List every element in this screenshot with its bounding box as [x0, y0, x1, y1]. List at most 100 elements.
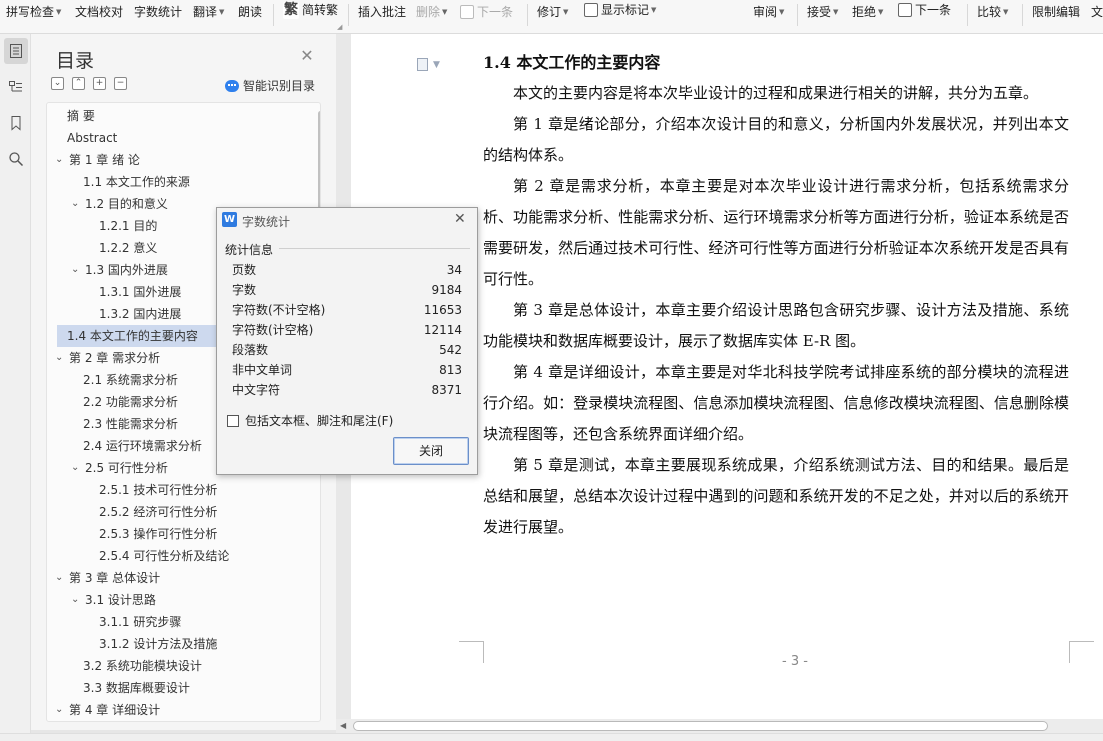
stat-value: 8371 [431, 383, 462, 397]
side-icon-rail [0, 34, 31, 741]
read-aloud-button[interactable]: 朗读 [238, 4, 262, 20]
page-menu-button[interactable]: ▼ [417, 58, 440, 71]
toc-panel-button[interactable] [4, 38, 28, 64]
doc-paragraph: 第 4 章是详细设计，本章主要是对华北科技学院考试排座系统的部分模块的流程进行介… [483, 363, 1069, 443]
chevron-down-icon: ▼ [563, 8, 569, 16]
toc-tools: ⌄ ⌃ + − [51, 77, 127, 90]
find-panel-button[interactable] [4, 146, 28, 172]
toc-item-label: 3.1.1 研究步骤 [99, 615, 182, 629]
close-icon[interactable]: ✕ [454, 212, 466, 226]
toc-item[interactable]: ⌄ 第 4 章 详细设计 [55, 699, 160, 721]
toc-item[interactable]: ⌄ 第 1 章 绪 论 [55, 149, 140, 171]
document-more-button[interactable]: 文 [1091, 4, 1103, 20]
toc-item[interactable]: 2.5.3 操作可行性分析 [99, 523, 217, 545]
toc-item[interactable]: Abstract [67, 127, 117, 149]
chevron-down-icon[interactable]: ⌄ [71, 457, 83, 479]
toc-item[interactable]: 1.3.1 国外进展 [99, 281, 181, 303]
add-heading-icon[interactable]: + [93, 77, 106, 90]
ribbon-divider [1022, 4, 1023, 26]
horizontal-scrollbar[interactable]: ◀ [336, 719, 1103, 733]
chevron-down-icon: ▼ [833, 8, 839, 16]
expand-all-icon[interactable]: ⌃ [72, 77, 85, 90]
toc-item[interactable]: 2.5.1 技术可行性分析 [99, 479, 217, 501]
close-button[interactable]: 关闭 [393, 437, 469, 465]
next-change-icon [898, 3, 912, 17]
stat-row: 页数 34 [232, 260, 462, 280]
next-change-button[interactable]: 下一条 [898, 2, 951, 18]
toc-item[interactable]: ⌄ 2.5 可行性分析 [71, 457, 168, 479]
toc-item[interactable]: 3.2 系统功能模块设计 [83, 655, 202, 677]
ribbon-divider [527, 4, 528, 26]
toc-item[interactable]: 2.3 性能需求分析 [83, 413, 178, 435]
checkbox-icon[interactable] [227, 414, 239, 427]
toc-item[interactable]: ⌄ 第 2 章 需求分析 [55, 347, 160, 369]
collapse-all-icon[interactable]: ⌄ [51, 77, 64, 90]
compare-button[interactable]: 比较 ▼ [977, 4, 1008, 20]
toc-item[interactable]: 2.4 运行环境需求分析 [83, 435, 202, 457]
insert-comment-button[interactable]: 插入批注 [358, 4, 406, 20]
toc-scrollbar[interactable] [318, 111, 320, 216]
page-icon [417, 58, 428, 71]
simp-trad-button[interactable]: 繁简转繁 [283, 1, 338, 19]
toc-item[interactable]: 摘 要 [67, 105, 95, 127]
delete-label: 删除 [416, 5, 441, 19]
chevron-down-icon: ▼ [878, 8, 884, 16]
toc-item[interactable]: 1.3.2 国内进展 [99, 303, 181, 325]
scrollbar-thumb[interactable] [353, 721, 1048, 731]
toc-item[interactable]: ⌄ 1.3 国内外进展 [71, 259, 168, 281]
doc-paragraph: 第 3 章是总体设计，本章主要介绍设计思路包含研究步骤、设计方法及措施、系统功能… [483, 301, 1069, 350]
toc-item-label: 2.2 功能需求分析 [83, 395, 178, 409]
toc-item[interactable]: 2.5.2 经济可行性分析 [99, 501, 217, 523]
toc-item[interactable]: 1.2.2 意义 [99, 237, 157, 259]
smart-recognize-toc-button[interactable]: 智能识别目录 [225, 77, 315, 94]
reject-button[interactable]: 拒绝 ▼ [852, 4, 883, 20]
show-marks-button[interactable]: 显示标记 ▼ [584, 2, 656, 18]
toc-item-label: 3.1.2 设计方法及措施 [99, 637, 218, 651]
dialog-title-bar[interactable]: W 字数统计 ✕ [217, 208, 477, 232]
group-expand-icon[interactable]: ◢ [337, 23, 342, 31]
chevron-down-icon[interactable]: ⌄ [71, 259, 83, 281]
next-comment-button[interactable]: 下一条 [460, 4, 513, 20]
translate-button[interactable]: 翻译 ▼ [193, 4, 224, 20]
smart-recognize-label: 智能识别目录 [243, 79, 316, 93]
word-count-button[interactable]: 字数统计 [134, 4, 182, 20]
delete-comment-button[interactable]: 删除 ▼ [416, 4, 447, 20]
include-textbox-checkbox[interactable]: 包括文本框、脚注和尾注(F) [227, 412, 393, 429]
remove-heading-icon[interactable]: − [114, 77, 127, 90]
toc-item[interactable]: 1.1 本文工作的来源 [83, 171, 190, 193]
accept-button[interactable]: 接受 ▼ [807, 4, 838, 20]
toc-item-label: 1.4 本文工作的主要内容 [67, 329, 198, 343]
review-button[interactable]: 审阅 ▼ [753, 4, 784, 20]
stat-value: 12114 [423, 323, 462, 337]
toc-item[interactable]: ⌄ 1.2 目的和意义 [71, 193, 168, 215]
chevron-down-icon[interactable]: ⌄ [55, 567, 67, 589]
toc-item[interactable]: 2.1 系统需求分析 [83, 369, 178, 391]
scroll-left-icon[interactable]: ◀ [340, 721, 346, 730]
toc-item[interactable]: 3.1.2 设计方法及措施 [99, 633, 217, 655]
spell-check-button[interactable]: 拼写检查 ▼ [6, 4, 61, 20]
toc-item[interactable]: 2.5.4 可行性分析及结论 [99, 545, 229, 567]
chevron-down-icon[interactable]: ⌄ [55, 347, 67, 369]
chevron-down-icon: ▼ [779, 8, 785, 16]
proofread-button[interactable]: 文档校对 [75, 4, 123, 20]
chevron-down-icon[interactable]: ⌄ [55, 699, 67, 721]
revise-button[interactable]: 修订 ▼ [537, 4, 568, 20]
toc-item[interactable]: 3.3 数据库概要设计 [83, 677, 190, 699]
bookmark-panel-button[interactable] [4, 110, 28, 136]
stat-label: 非中文单词 [232, 363, 293, 377]
close-icon[interactable]: ✕ [300, 48, 314, 64]
dialog-title: 字数统计 [242, 215, 291, 229]
toc-item[interactable]: ⌄ 第 3 章 总体设计 [55, 567, 160, 589]
chevron-down-icon[interactable]: ⌄ [55, 149, 67, 171]
toc-item[interactable]: 1.2.1 目的 [99, 215, 157, 237]
chevron-down-icon[interactable]: ⌄ [71, 589, 83, 611]
restrict-edit-button[interactable]: 限制编辑 [1032, 4, 1080, 20]
toc-item[interactable]: ⌄ 3.1 设计思路 [71, 589, 156, 611]
chapter-nav-button[interactable] [4, 74, 28, 100]
stat-label: 字符数(不计空格) [232, 303, 326, 317]
toc-item[interactable]: 1.4 本文工作的主要内容 [57, 325, 217, 347]
toc-item[interactable]: 2.2 功能需求分析 [83, 391, 178, 413]
chevron-down-icon[interactable]: ⌄ [71, 193, 83, 215]
toc-item[interactable]: 3.1.1 研究步骤 [99, 611, 181, 633]
stat-value: 542 [439, 343, 462, 357]
